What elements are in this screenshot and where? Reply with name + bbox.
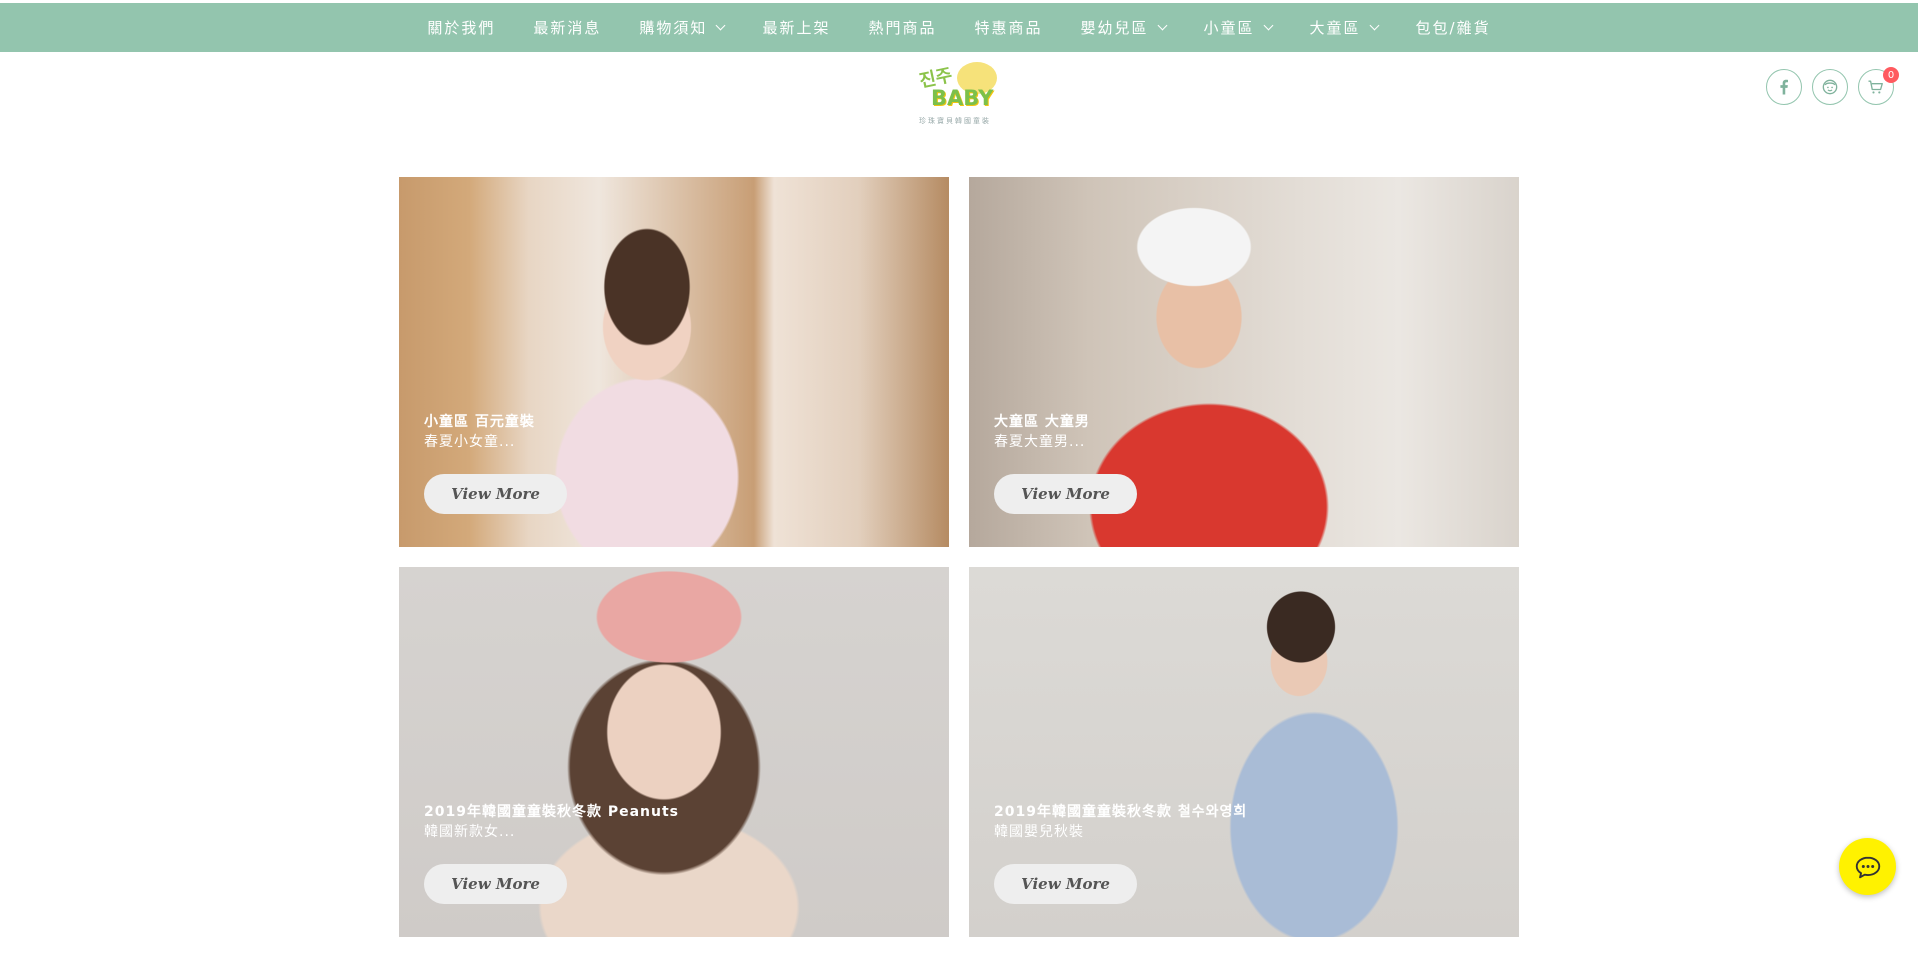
nav-item-about[interactable]: 關於我們: [408, 17, 514, 38]
view-more-button[interactable]: View More: [424, 864, 567, 904]
view-more-button[interactable]: View More: [424, 474, 567, 514]
nav-item-news[interactable]: 最新消息: [514, 17, 620, 38]
card-subtitle: 韓國嬰兒秋裝: [994, 824, 1084, 840]
main-nav: 關於我們 最新消息 購物須知 最新上架 熱門商品 特惠商品 嬰幼兒區 小童區 大…: [0, 3, 1918, 52]
cart-count-badge: 0: [1883, 67, 1899, 83]
card-subtitle: 春夏小女童...: [424, 434, 516, 450]
facebook-icon: [1780, 79, 1788, 95]
nav-item-bags[interactable]: 包包/雜貨: [1397, 17, 1510, 38]
nav-item-shopping-guide[interactable]: 購物須知: [620, 17, 743, 38]
chevron-down-icon: [1157, 20, 1167, 31]
nav-item-sale[interactable]: 特惠商品: [955, 17, 1061, 38]
member-button[interactable]: [1812, 69, 1848, 105]
nav-item-new-arrivals[interactable]: 最新上架: [743, 17, 849, 38]
chevron-down-icon: [715, 20, 726, 31]
view-more-button[interactable]: View More: [994, 864, 1137, 904]
nav-item-kids-small[interactable]: 小童區: [1185, 17, 1291, 38]
nav-item-popular[interactable]: 熱門商品: [849, 17, 955, 38]
card-title: 2019年韓國童童裝秋冬款 Peanuts: [424, 804, 680, 820]
nav-item-baby[interactable]: 嬰幼兒區: [1061, 17, 1184, 38]
nav-item-kids-big[interactable]: 大童區: [1291, 17, 1397, 38]
category-card-big-kids[interactable]: 大童區 大童男 春夏大童男... View More: [969, 177, 1519, 547]
card-subtitle: 韓國新款女...: [424, 824, 516, 840]
category-card-small-kids[interactable]: 小童區 百元童裝 春夏小女童... View More: [399, 177, 949, 547]
card-title: 大童區 大童男: [994, 414, 1090, 430]
cart-button[interactable]: 0: [1858, 67, 1899, 105]
category-card-peanuts[interactable]: 2019年韓國童童裝秋冬款 Peanuts 韓國新款女... View More: [399, 567, 949, 937]
logo-brand-text: BABY: [931, 86, 994, 110]
cart-icon: [1868, 80, 1883, 94]
chat-button[interactable]: [1839, 838, 1896, 895]
view-more-button[interactable]: View More: [994, 474, 1137, 514]
card-title: 小童區 百元童裝: [424, 414, 535, 430]
facebook-button[interactable]: [1766, 69, 1802, 105]
chat-icon: [1855, 856, 1880, 878]
chevron-down-icon: [1369, 20, 1379, 31]
card-title: 2019年韓國童童裝秋冬款 철수와영희: [994, 804, 1248, 820]
member-icon: [1822, 79, 1838, 95]
chevron-down-icon: [1263, 20, 1273, 31]
category-card-baby-autumn[interactable]: 2019年韓國童童裝秋冬款 철수와영희 韓國嬰兒秋裝 View More: [969, 567, 1519, 937]
card-subtitle: 春夏大童男...: [994, 434, 1086, 450]
logo-tagline: 珍珠寶貝韓國童裝: [919, 117, 991, 125]
top-navigation-bar: 關於我們 最新消息 購物須知 最新上架 熱門商品 特惠商品 嬰幼兒區 小童區 大…: [0, 3, 1918, 52]
site-logo[interactable]: 진주 BABY 珍珠寶貝韓國童裝: [917, 62, 1001, 128]
